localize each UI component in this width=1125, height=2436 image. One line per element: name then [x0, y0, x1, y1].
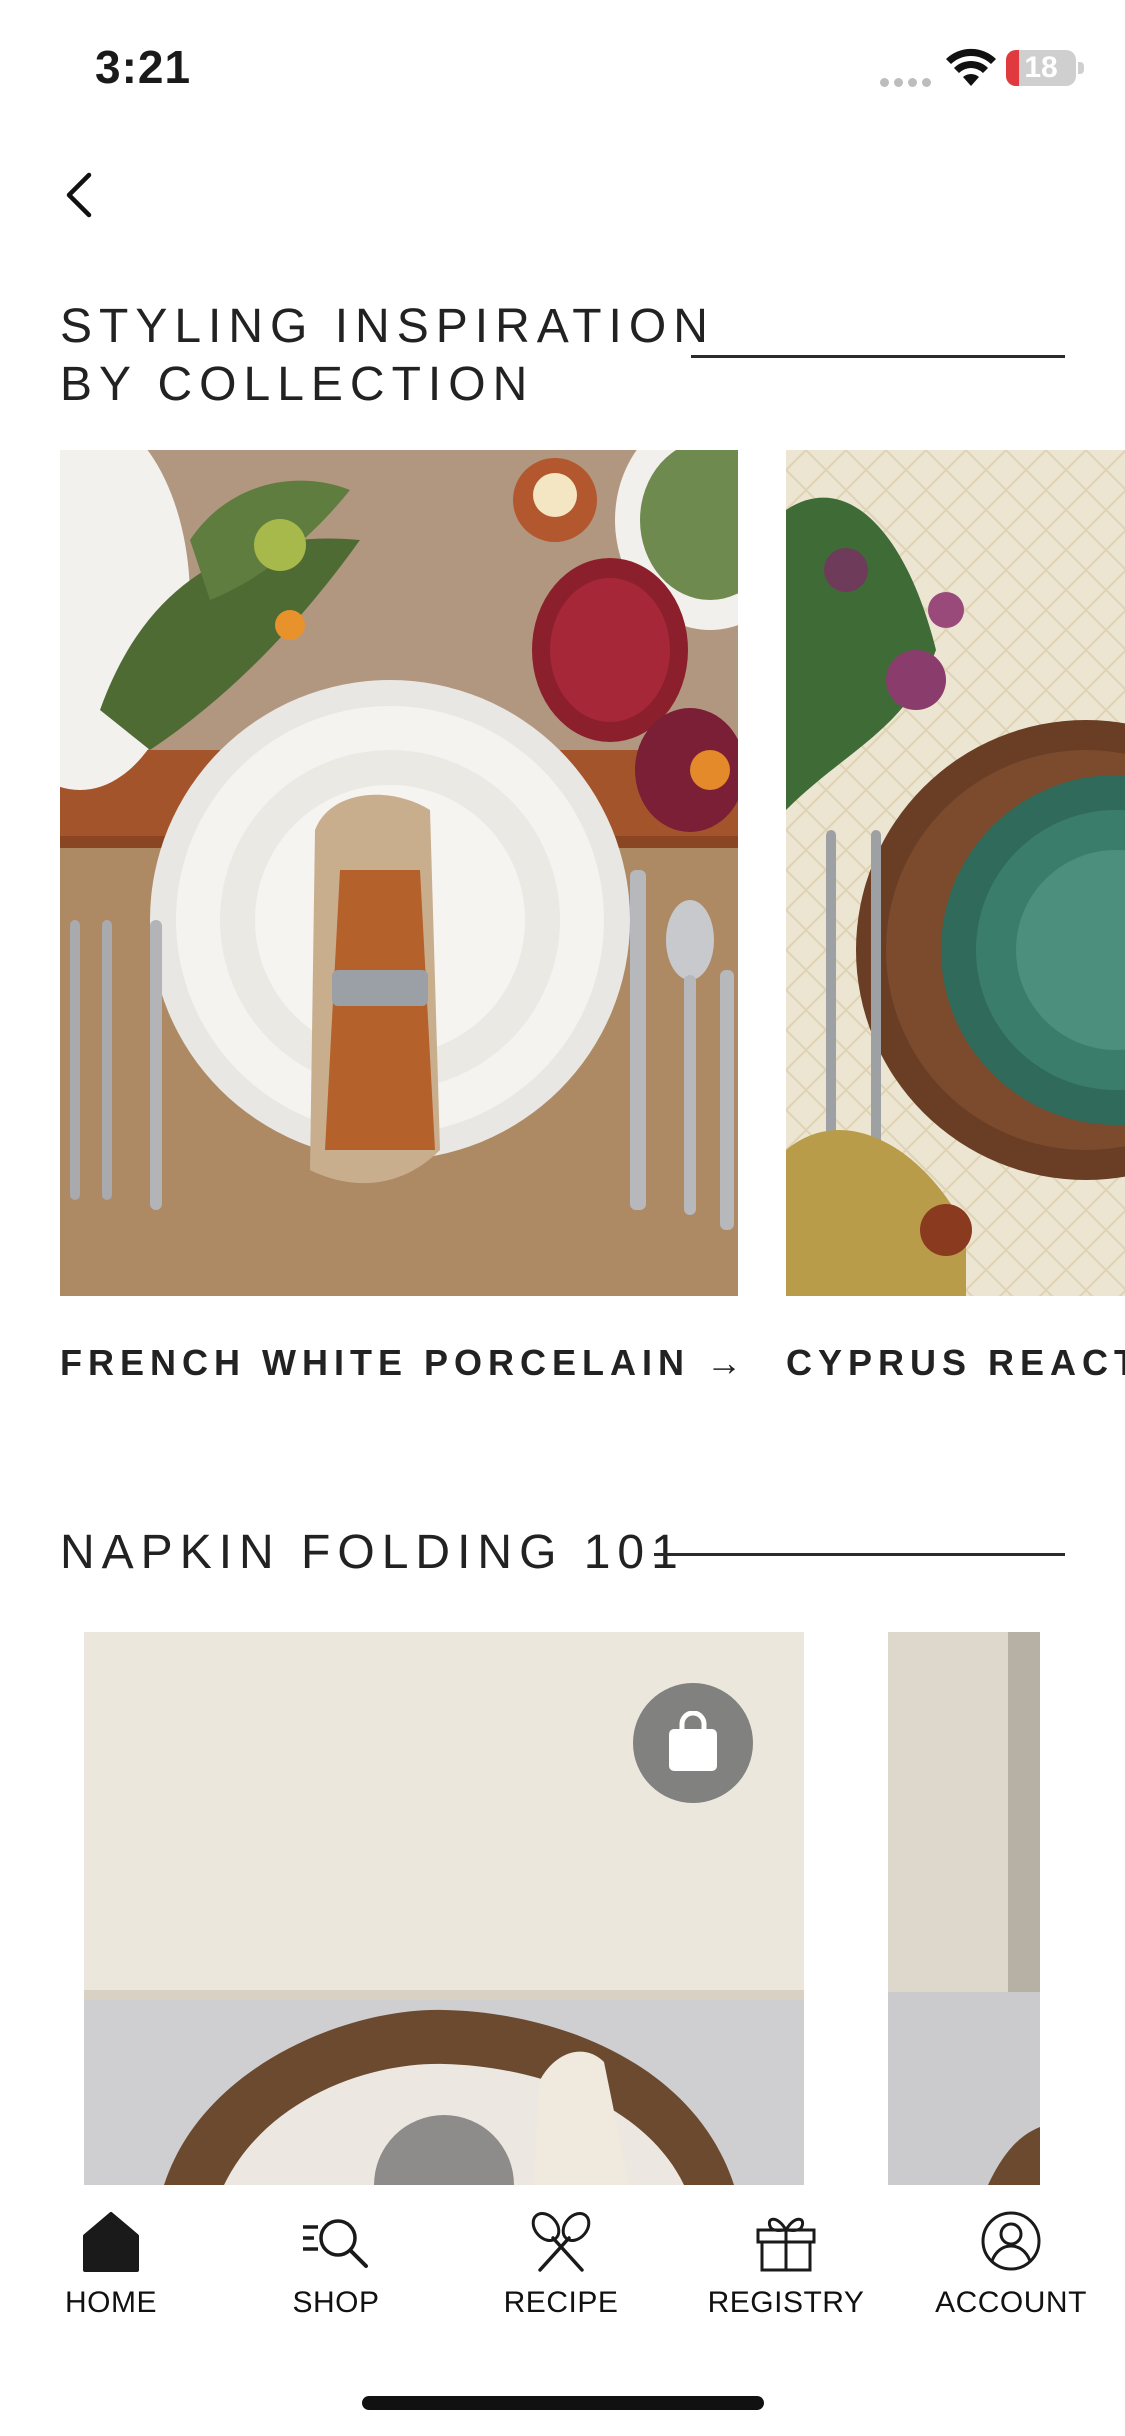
styling-inspiration-title: STYLING INSPIRATION BY COLLECTION [60, 298, 715, 414]
tab-shop[interactable]: SHOP [236, 2210, 436, 2360]
tab-label-account: ACCOUNT [935, 2286, 1087, 2319]
napkin-folding-video-2[interactable] [888, 1632, 1040, 2185]
tab-label-shop: SHOP [292, 2286, 380, 2319]
section-title-line2: BY COLLECTION [60, 358, 535, 411]
search-list-icon [303, 2219, 368, 2268]
shopping-bag-icon [669, 1711, 717, 1771]
battery-cap [1078, 62, 1084, 74]
tab-account[interactable]: ACCOUNT [911, 2210, 1111, 2360]
french-white-porcelain-image[interactable] [60, 450, 738, 1296]
back-button[interactable] [55, 165, 105, 225]
whisk-icon [531, 2212, 591, 2272]
tab-recipe[interactable]: RECIPE [461, 2210, 661, 2360]
tab-label-registry: REGISTRY [707, 2286, 865, 2319]
tab-label-home: HOME [65, 2286, 157, 2319]
battery-percentage: 18 [1024, 51, 1058, 84]
wifi-icon [946, 48, 996, 86]
gift-icon [756, 2217, 816, 2272]
section-title-line1: STYLING INSPIRATION [60, 300, 715, 353]
cyprus-collection-image[interactable] [786, 450, 1125, 1296]
title-divider [691, 355, 1065, 358]
home-icon [83, 2212, 139, 2272]
home-indicator [362, 2396, 764, 2410]
napkin-folding-frame [888, 1632, 1040, 2185]
tab-label-recipe: RECIPE [503, 2286, 619, 2319]
status-bar: 3:21 18 [0, 0, 1125, 140]
battery-icon: 18 [1006, 50, 1076, 86]
napkin-folding-title: NAPKIN FOLDING 101 [60, 1526, 685, 1579]
tab-registry[interactable]: REGISTRY [686, 2210, 886, 2360]
account-icon [981, 2211, 1041, 2271]
collection-link-cyprus[interactable]: CYPRUS REACT [786, 1342, 1125, 1384]
table-setting-illustration [786, 450, 1125, 1296]
collection-link-french-white-porcelain[interactable]: FRENCH WHITE PORCELAIN → [60, 1342, 748, 1384]
cellular-signal-icon [880, 74, 936, 92]
title-divider [654, 1553, 1065, 1556]
shop-this-look-button[interactable] [633, 1683, 753, 1803]
tab-home[interactable]: HOME [11, 2210, 211, 2360]
status-time: 3:21 [95, 41, 192, 93]
table-setting-illustration [60, 450, 738, 1296]
